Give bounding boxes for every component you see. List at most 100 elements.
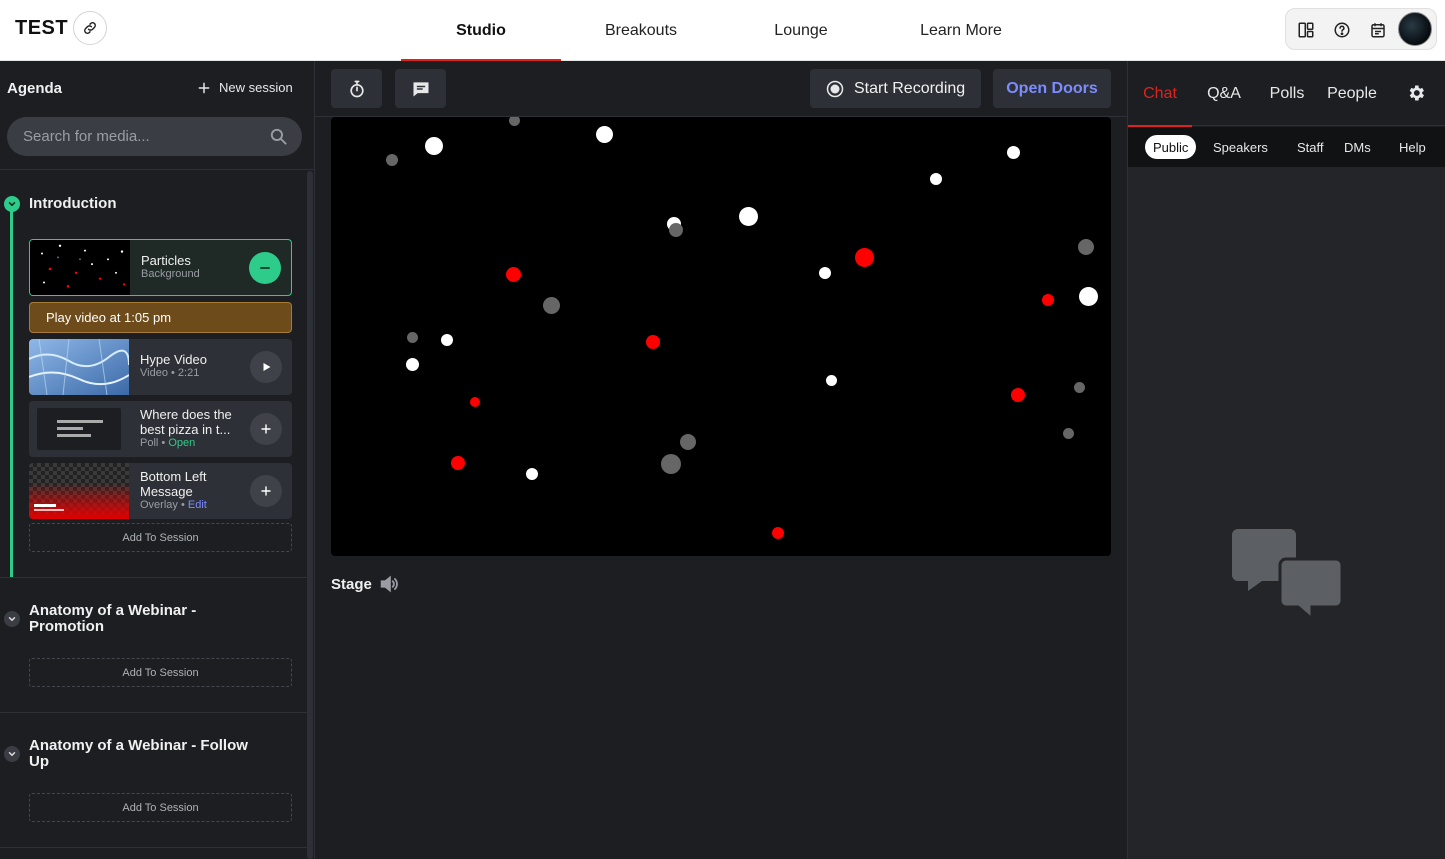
- scheduled-play-banner[interactable]: Play video at 1:05 pm: [29, 302, 292, 333]
- search-icon[interactable]: [269, 127, 288, 146]
- help-icon[interactable]: [1331, 19, 1353, 41]
- agenda-sidebar: Agenda New session Introduction Particle…: [0, 61, 315, 859]
- particle: [1011, 388, 1025, 402]
- section-progress-line: [10, 201, 13, 578]
- chat-messages-area: [1128, 167, 1445, 859]
- tab-polls[interactable]: Polls: [1262, 61, 1312, 126]
- media-card-overlay[interactable]: Bottom Left Message Overlay • Edit: [29, 463, 292, 519]
- copy-link-button[interactable]: [73, 11, 107, 45]
- top-bar: TEST Studio Breakouts Lounge Learn More: [0, 0, 1445, 62]
- media-meta: Poll • Open: [140, 437, 195, 449]
- section-separator: [0, 712, 307, 713]
- media-title: Where does the best pizza in t...: [140, 407, 232, 437]
- play-media-button[interactable]: [250, 351, 282, 383]
- edit-overlay-link[interactable]: Edit: [188, 499, 207, 511]
- add-media-button[interactable]: [250, 413, 282, 445]
- particle: [425, 137, 443, 155]
- new-session-label: New session: [219, 80, 293, 95]
- stage-label: Stage: [331, 576, 372, 593]
- section-title-line: Promotion: [29, 618, 104, 635]
- tab-breakouts[interactable]: Breakouts: [561, 0, 721, 61]
- speaker-icon[interactable]: [378, 573, 400, 595]
- tab-chat[interactable]: Chat: [1128, 61, 1192, 127]
- section-title-follow-up: Anatomy of a Webinar - Follow Up: [29, 738, 248, 770]
- stage-preview[interactable]: [331, 117, 1111, 556]
- particle: [1042, 294, 1054, 306]
- user-avatar[interactable]: [1398, 12, 1432, 46]
- chevron-down-icon: [8, 202, 16, 207]
- tab-studio[interactable]: Studio: [401, 0, 561, 62]
- section-toggle-promotion[interactable]: [4, 611, 20, 627]
- channel-dms[interactable]: DMs: [1336, 135, 1379, 159]
- particle: [1079, 287, 1098, 306]
- tab-lounge[interactable]: Lounge: [721, 0, 881, 61]
- tab-learn-more[interactable]: Learn More: [881, 0, 1041, 61]
- section-title-line: Up: [29, 753, 49, 770]
- start-recording-button[interactable]: Start Recording: [810, 69, 981, 108]
- gear-icon[interactable]: [1406, 83, 1426, 103]
- search-input[interactable]: [23, 117, 263, 156]
- bullet-separator: •: [180, 499, 185, 511]
- video-thumbnail: [29, 339, 129, 395]
- messages-button[interactable]: [395, 69, 446, 108]
- timer-button[interactable]: [331, 69, 382, 108]
- add-to-session-button[interactable]: Add To Session: [29, 523, 292, 552]
- section-title-promotion: Anatomy of a Webinar - Promotion: [29, 603, 196, 635]
- calendar-icon[interactable]: [1367, 19, 1389, 41]
- new-session-button[interactable]: New session: [197, 80, 293, 95]
- start-recording-label: Start Recording: [854, 79, 966, 97]
- particle: [1078, 239, 1094, 255]
- play-icon: [263, 363, 271, 371]
- studio-toolbar: Start Recording Open Doors: [315, 61, 1127, 117]
- particle: [855, 248, 874, 267]
- record-icon: [826, 80, 844, 97]
- add-to-session-button[interactable]: Add To Session: [29, 793, 292, 822]
- tab-qa[interactable]: Q&A: [1198, 61, 1250, 126]
- open-doors-button[interactable]: Open Doors: [993, 69, 1111, 108]
- divider: [0, 169, 315, 170]
- media-title-line: best pizza in t...: [140, 422, 231, 437]
- particle: [407, 332, 418, 343]
- media-meta: Overlay • Edit: [140, 499, 207, 511]
- agenda-title: Agenda: [7, 80, 63, 97]
- media-title-line: Bottom Left: [140, 469, 207, 484]
- media-type: Poll: [140, 437, 159, 449]
- section-title-line: Anatomy of a Webinar -: [29, 602, 197, 619]
- particles-thumbnail: [30, 240, 130, 295]
- section-toggle-introduction[interactable]: [4, 196, 20, 212]
- channel-public[interactable]: Public: [1145, 135, 1197, 159]
- particle: [646, 335, 660, 349]
- channel-help[interactable]: Help: [1391, 135, 1434, 159]
- media-title: Bottom Left Message: [140, 469, 206, 499]
- layout-icon[interactable]: [1295, 19, 1317, 41]
- channel-staff[interactable]: Staff: [1289, 135, 1332, 159]
- channel-speakers[interactable]: Speakers: [1205, 135, 1276, 159]
- section-toggle-follow-up[interactable]: [4, 746, 20, 762]
- event-title: TEST: [15, 17, 69, 39]
- overlay-thumbnail: [29, 463, 129, 519]
- empty-chat-icon: [1232, 529, 1342, 619]
- particle: [451, 456, 465, 470]
- sidebar-scrollbar[interactable]: [307, 171, 313, 859]
- tab-people[interactable]: People: [1322, 61, 1382, 126]
- media-card-hype-video[interactable]: Hype Video Video • 2:21: [29, 339, 292, 395]
- particle: [470, 397, 480, 407]
- particle: [509, 117, 520, 126]
- media-card-particles[interactable]: Particles Background: [29, 239, 292, 296]
- particle: [826, 375, 837, 386]
- particle: [1063, 428, 1074, 439]
- add-media-button[interactable]: [250, 475, 282, 507]
- particle: [930, 173, 942, 185]
- particle: [386, 154, 398, 166]
- minus-icon: [260, 267, 270, 269]
- media-meta: Video • 2:21: [140, 367, 199, 379]
- remove-media-button[interactable]: [249, 252, 281, 284]
- bullet-separator: •: [171, 367, 175, 379]
- add-to-session-button[interactable]: Add To Session: [29, 658, 292, 687]
- particle: [526, 468, 538, 480]
- particle: [680, 434, 696, 450]
- media-card-poll[interactable]: Where does the best pizza in t... Poll •…: [29, 401, 292, 457]
- media-title-line: Message: [140, 484, 193, 499]
- section-title-line: Anatomy of a Webinar - Follow: [29, 737, 248, 754]
- media-duration: 2:21: [177, 367, 200, 379]
